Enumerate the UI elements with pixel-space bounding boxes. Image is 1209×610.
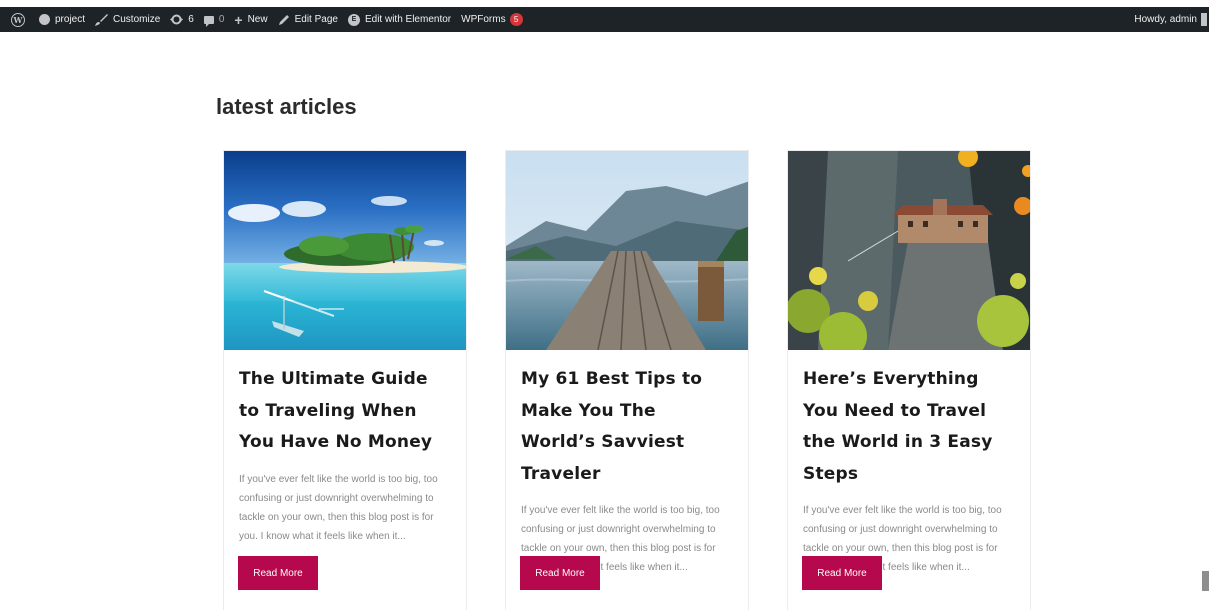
- article-image-monastery[interactable]: [788, 151, 1031, 350]
- comments-count: 0: [218, 14, 225, 25]
- site-name-label: project: [55, 14, 86, 25]
- updates-count: 6: [188, 14, 194, 25]
- article-title[interactable]: Here’s Everything You Need to Travel the…: [803, 364, 1015, 490]
- customize-link[interactable]: Customize: [90, 7, 165, 32]
- read-more-button[interactable]: Read More: [238, 556, 318, 590]
- edit-page-label: Edit Page: [294, 14, 338, 25]
- wordpress-logo-icon[interactable]: W: [11, 12, 25, 27]
- refresh-icon: [170, 13, 184, 26]
- read-more-button[interactable]: Read More: [802, 556, 882, 590]
- new-content-link[interactable]: + New: [229, 7, 272, 32]
- article-card: Here’s Everything You Need to Travel the…: [787, 150, 1031, 610]
- pencil-icon: [278, 14, 290, 26]
- article-title[interactable]: The Ultimate Guide to Traveling When You…: [239, 364, 451, 459]
- read-more-button[interactable]: Read More: [520, 556, 600, 590]
- site-name-link[interactable]: project: [34, 7, 90, 32]
- new-label: New: [247, 14, 268, 25]
- article-image-pier[interactable]: [506, 151, 749, 350]
- edit-elementor-label: Edit with Elementor: [364, 14, 452, 25]
- elementor-icon: E: [347, 13, 360, 26]
- scrollbar-thumb[interactable]: [1202, 571, 1209, 591]
- wpforms-label: WPForms: [461, 14, 506, 25]
- section-title: latest articles: [216, 94, 357, 119]
- article-card: The Ultimate Guide to Traveling When You…: [223, 150, 467, 610]
- customize-label: Customize: [113, 14, 161, 25]
- edit-page-link[interactable]: Edit Page: [273, 7, 343, 32]
- article-image-island[interactable]: [224, 151, 467, 350]
- wpforms-link[interactable]: WPForms 5: [456, 7, 527, 32]
- top-strip: [0, 0, 1209, 7]
- article-card: My 61 Best Tips to Make You The World’s …: [505, 150, 749, 610]
- plus-icon: +: [234, 11, 243, 28]
- wpforms-badge: 5: [509, 13, 523, 26]
- avatar: [1201, 13, 1207, 26]
- howdy-label: Howdy, admin: [1134, 14, 1197, 25]
- edit-elementor-link[interactable]: E Edit with Elementor: [343, 7, 456, 32]
- article-excerpt: If you've ever felt like the world is to…: [239, 473, 438, 542]
- article-title[interactable]: My 61 Best Tips to Make You The World’s …: [521, 364, 733, 490]
- updates-link[interactable]: 6: [165, 7, 199, 32]
- wp-admin-bar: W project Customize 6 0 + New Edit Page …: [0, 7, 1209, 32]
- comment-icon: [203, 15, 214, 27]
- comments-link[interactable]: 0: [199, 7, 230, 32]
- brush-icon: [95, 13, 109, 26]
- dashboard-icon: [39, 14, 50, 25]
- my-account[interactable]: Howdy, admin: [1134, 7, 1209, 32]
- wp-menu[interactable]: W: [0, 7, 34, 32]
